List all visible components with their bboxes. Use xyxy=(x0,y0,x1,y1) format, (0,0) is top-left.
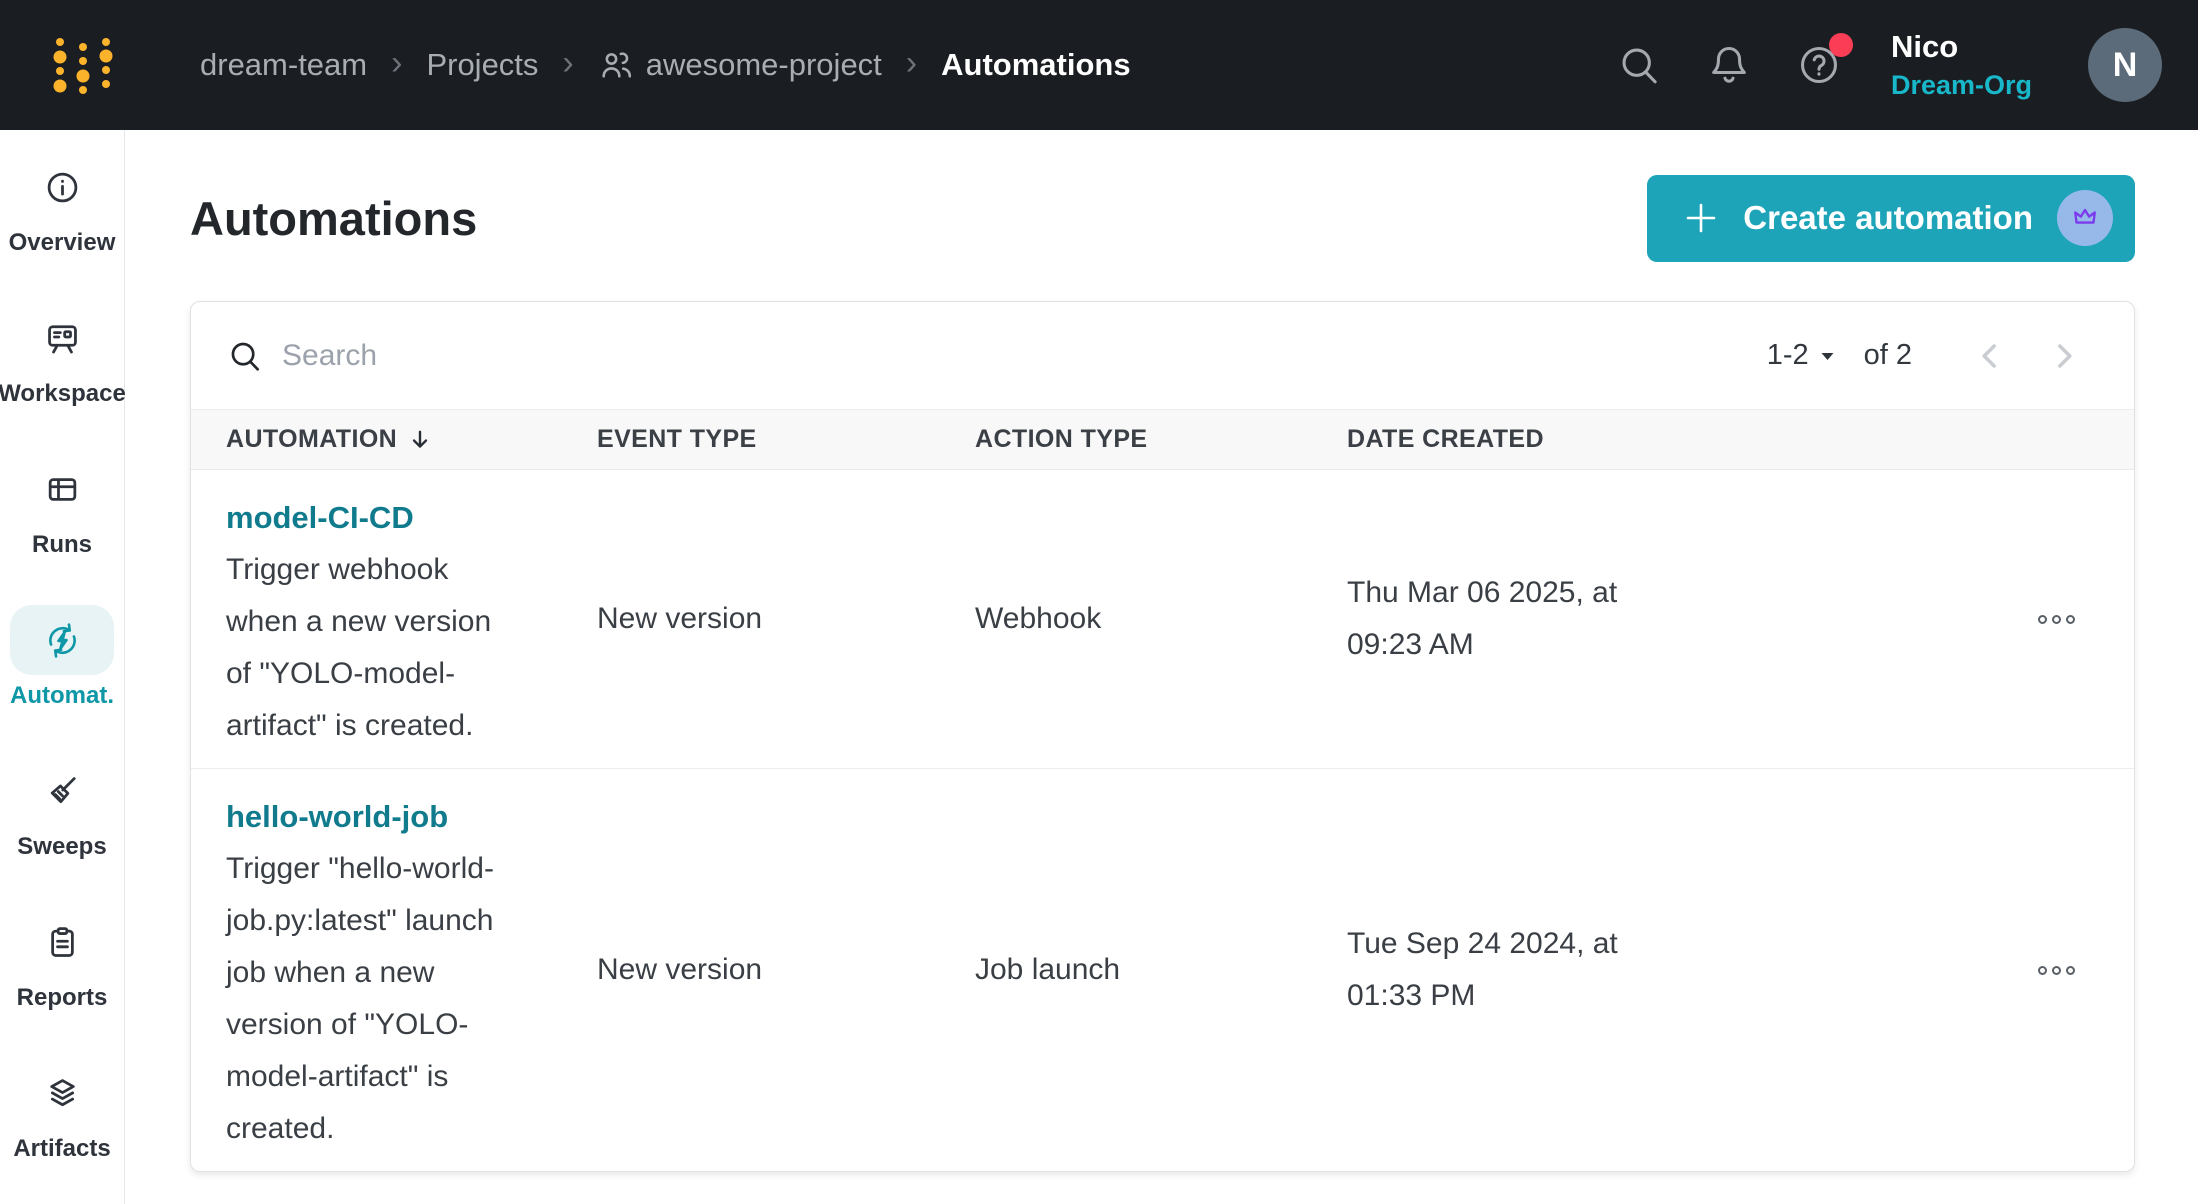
next-page-button[interactable] xyxy=(2042,334,2086,378)
sidebar-item-label: Runs xyxy=(32,531,92,559)
breadcrumb-project[interactable]: awesome-project xyxy=(598,47,882,83)
column-header-automation[interactable]: AUTOMATION xyxy=(226,425,597,454)
top-navbar: dream-team › Projects › awesome-project … xyxy=(0,0,2198,130)
page-range-dropdown[interactable]: 1-2 xyxy=(1767,339,1836,372)
sidebar-item-overview[interactable]: Overview xyxy=(0,152,125,257)
navbar-actions: Nico Dream-Org N xyxy=(1615,28,2162,102)
column-header-action-type[interactable]: ACTION TYPE xyxy=(975,425,1347,454)
main-content: Automations Create automation xyxy=(125,130,2198,1204)
breadcrumb-team[interactable]: dream-team xyxy=(200,47,367,83)
sidebar-item-workspace[interactable]: Workspace xyxy=(0,303,125,408)
search-icon xyxy=(226,337,264,375)
user-menu[interactable]: Nico Dream-Org xyxy=(1891,28,2032,102)
row-actions-kebab-icon[interactable] xyxy=(2030,607,2083,632)
search-icon[interactable] xyxy=(1615,41,1663,89)
premium-crown-badge xyxy=(2057,190,2113,246)
table-row: model-CI-CD Trigger webhook when a new v… xyxy=(191,470,2134,768)
create-automation-button[interactable]: Create automation xyxy=(1647,175,2135,262)
automation-name-link[interactable]: hello-world-job xyxy=(226,791,597,843)
date-created-cell: Tue Sep 24 2024, at 01:33 PM xyxy=(1347,918,1637,1022)
chevron-right-icon xyxy=(2044,336,2084,376)
automations-table-card: 1-2 of 2 AUTOMATION xyxy=(190,301,2135,1172)
sidebar-item-label: Automat. xyxy=(10,682,114,710)
sidebar-item-label: Overview xyxy=(9,229,116,257)
sidebar-item-label: Artifacts xyxy=(13,1135,110,1163)
runs-table-icon xyxy=(44,471,81,508)
pagination-total: of 2 xyxy=(1864,339,1912,372)
artifacts-layers-icon xyxy=(44,1075,81,1112)
avatar[interactable]: N xyxy=(2088,28,2162,102)
sidebar-item-sweeps[interactable]: Sweeps xyxy=(0,756,125,861)
workspace-board-icon xyxy=(44,320,81,357)
sidebar: Overview Workspace Runs xyxy=(0,130,125,1204)
automation-name-link[interactable]: model-CI-CD xyxy=(226,492,597,544)
breadcrumb-separator-icon: › xyxy=(562,46,573,80)
breadcrumb-current: Automations xyxy=(941,47,1130,83)
user-org: Dream-Org xyxy=(1891,69,2032,101)
info-icon xyxy=(44,169,81,206)
sidebar-item-label: Workspace xyxy=(0,380,126,408)
event-type-cell: New version xyxy=(597,470,975,768)
help-icon[interactable] xyxy=(1795,41,1843,89)
sort-desc-icon xyxy=(407,427,433,453)
sidebar-item-reports[interactable]: Reports xyxy=(0,907,125,1012)
action-type-cell: Webhook xyxy=(975,470,1347,768)
column-label: EVENT TYPE xyxy=(597,425,757,454)
action-type-cell: Job launch xyxy=(975,769,1347,1171)
table-toolbar: 1-2 of 2 xyxy=(191,302,2134,410)
page-range-label: 1-2 xyxy=(1767,339,1809,372)
breadcrumb-projects[interactable]: Projects xyxy=(426,47,538,83)
breadcrumb-separator-icon: › xyxy=(391,46,402,80)
sidebar-item-label: Reports xyxy=(17,984,108,1012)
column-label: DATE CREATED xyxy=(1347,425,1544,454)
caret-down-icon xyxy=(1819,349,1836,363)
sweeps-broom-icon xyxy=(44,773,81,810)
sidebar-item-automations[interactable]: Automat. xyxy=(0,605,125,710)
column-header-date-created[interactable]: DATE CREATED xyxy=(1347,425,2026,454)
pagination: 1-2 of 2 xyxy=(1767,334,2086,378)
wandb-logo-icon[interactable] xyxy=(52,33,120,97)
automations-sync-bolt-icon xyxy=(44,622,81,659)
search-input[interactable] xyxy=(282,339,1767,373)
chevron-left-icon xyxy=(1970,336,2010,376)
prev-page-button[interactable] xyxy=(1968,334,2012,378)
crown-icon xyxy=(2070,203,2100,233)
team-members-icon xyxy=(598,47,634,83)
breadcrumb: dream-team › Projects › awesome-project … xyxy=(200,47,1131,83)
plus-icon xyxy=(1681,198,1721,238)
reports-clipboard-icon xyxy=(44,924,81,961)
event-type-cell: New version xyxy=(597,769,975,1171)
sidebar-item-artifacts[interactable]: Artifacts xyxy=(0,1058,125,1163)
page-title: Automations xyxy=(190,191,477,246)
automation-description: Trigger webhook when a new version of "Y… xyxy=(226,544,516,752)
breadcrumb-separator-icon: › xyxy=(906,46,917,80)
column-label: AUTOMATION xyxy=(226,425,397,454)
user-name: Nico xyxy=(1891,28,2032,65)
row-actions-kebab-icon[interactable] xyxy=(2030,958,2083,983)
date-created-cell: Thu Mar 06 2025, at 09:23 AM xyxy=(1347,567,1637,671)
table-row: hello-world-job Trigger "hello-world-job… xyxy=(191,768,2134,1171)
sidebar-item-label: Sweeps xyxy=(17,833,106,861)
column-header-event-type[interactable]: EVENT TYPE xyxy=(597,425,975,454)
automation-description: Trigger "hello-world-job.py:latest" laun… xyxy=(226,843,516,1155)
notification-badge xyxy=(1829,33,1853,57)
breadcrumb-project-label: awesome-project xyxy=(646,47,882,83)
table-header: AUTOMATION EVENT TYPE ACTION TYPE DATE C… xyxy=(191,410,2134,470)
create-automation-label: Create automation xyxy=(1743,199,2033,237)
notifications-bell-icon[interactable] xyxy=(1705,41,1753,89)
sidebar-item-runs[interactable]: Runs xyxy=(0,454,125,559)
column-label: ACTION TYPE xyxy=(975,425,1147,454)
